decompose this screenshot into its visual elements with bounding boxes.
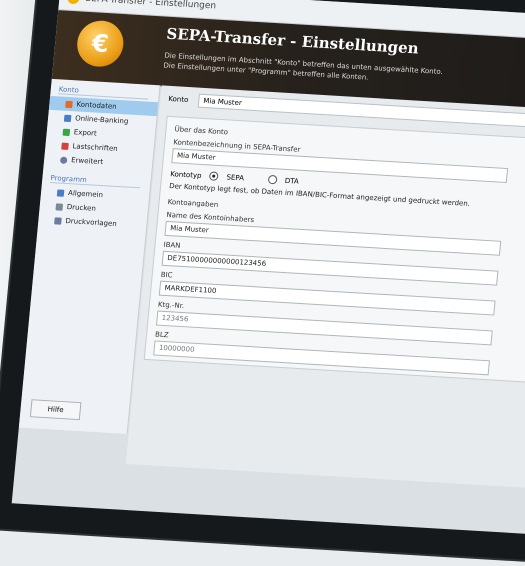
sidebar-item-label: Kontodaten (76, 100, 118, 111)
banner-description: Die Einstellungen im Abschnitt "Konto" b… (163, 51, 494, 90)
app-icon (66, 0, 81, 5)
euro-coin-icon: € (75, 19, 126, 68)
sidebar-item-label: Allgemein (67, 189, 104, 200)
konto-label: Konto (167, 94, 189, 105)
sidebar-item-label: Druckvorlagen (65, 216, 118, 228)
printer-icon (55, 202, 64, 211)
window-title: SEPA-Transfer - Einstellungen (84, 0, 217, 12)
sidebar-item-label: Export (73, 128, 98, 138)
export-icon (62, 128, 71, 136)
account-type-label: Kontotyp (169, 169, 202, 180)
monitor: SEPA-Transfer - Einstellungen € SEPA-Tra… (0, 0, 525, 566)
erweitert-icon (59, 156, 68, 164)
radio-sepa-label: SEPA (226, 172, 245, 182)
lastschriften-icon (61, 142, 69, 150)
sidebar-item-label: Drucken (66, 203, 97, 213)
app-window: SEPA-Transfer - Einstellungen € SEPA-Tra… (11, 0, 525, 539)
sidebar-item-label: Online-Banking (74, 114, 129, 126)
online-banking-icon (63, 114, 72, 122)
kontodaten-icon (65, 100, 73, 108)
radio-sepa[interactable] (209, 171, 219, 181)
settings-panel: Konto Mia Muster Über das Konto Kontenbe… (125, 85, 525, 494)
druckvorlagen-icon (54, 216, 62, 225)
radio-dta-label: DTA (284, 176, 300, 186)
account-form: Über das Konto Kontenbezeichnung in SEPA… (143, 115, 525, 388)
radio-dta[interactable] (267, 174, 278, 185)
sidebar-item-label: Lastschriften (72, 142, 118, 153)
sidebar-item-label: Erweitert (70, 156, 104, 167)
help-button[interactable]: Hilfe (29, 399, 82, 421)
allgemein-icon (56, 188, 65, 197)
